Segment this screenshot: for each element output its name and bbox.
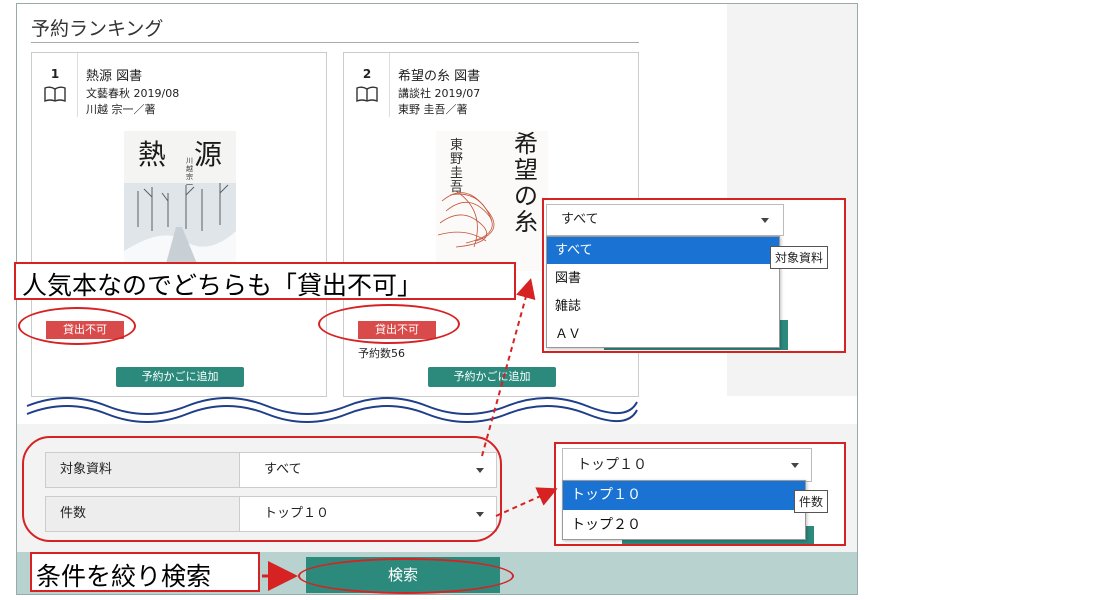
search-highlight-ellipse xyxy=(298,558,514,594)
add-to-cart-button[interactable]: 予約かごに追加 xyxy=(116,367,244,387)
wave-divider xyxy=(26,397,638,423)
cover-author: 川越宗一 xyxy=(186,157,193,189)
count-dropdown-value: トップ１０ xyxy=(577,457,647,473)
callout-search-text: 条件を絞り検索 xyxy=(36,562,212,591)
material-dropdown-select[interactable]: すべて xyxy=(546,204,784,236)
material-tooltip: 対象資料 xyxy=(770,246,829,269)
callout-unavailable-text: 人気本なのでどちらも「貸出不可」 xyxy=(22,271,423,300)
book-cover[interactable]: 希望の糸 東野圭吾 xyxy=(436,131,548,271)
option-magazines[interactable]: 雑誌 xyxy=(547,293,779,320)
callout-search: 条件を絞り検索 xyxy=(30,552,260,592)
add-to-cart-button[interactable]: 予約かごに追加 xyxy=(428,367,556,387)
count-tooltip: 件数 xyxy=(794,490,829,513)
book-icon xyxy=(44,86,66,103)
option-top10[interactable]: トップ１０ xyxy=(563,481,805,510)
material-options-list: すべて 図書 雑誌 ＡＶ xyxy=(546,236,780,348)
book-card: 1 熱源 図書 文藝春秋 2019/08 川越 宗一／著 熱 源 川越宗一 貸出… xyxy=(31,52,327,397)
material-dropdown-value: すべて xyxy=(561,212,599,227)
cover-title: 熱 源 xyxy=(137,138,222,171)
material-dropdown-panel: すべて すべて 図書 雑誌 ＡＶ 対象資料 xyxy=(542,198,846,353)
book-icon xyxy=(356,86,378,103)
option-books[interactable]: 図書 xyxy=(547,265,779,292)
badge-highlight-ellipse xyxy=(318,304,460,344)
count-dropdown-panel: トップ１０ トップ１０ トップ２０ 件数 xyxy=(554,442,846,546)
cover-title: 希望の糸 xyxy=(514,130,538,236)
badge-highlight-ellipse xyxy=(18,307,136,345)
book-author: 東野 圭吾／著 xyxy=(398,103,468,116)
callout-unavailable: 人気本なのでどちらも「貸出不可」 xyxy=(14,262,516,300)
page-title: 予約ランキング xyxy=(31,18,164,40)
cover-author: 東野圭吾 xyxy=(450,138,464,195)
chevron-down-icon xyxy=(761,218,769,223)
book-title[interactable]: 希望の糸 図書 xyxy=(398,65,480,84)
option-top20[interactable]: トップ２０ xyxy=(563,511,805,540)
book-publisher: 講談社 2019/07 xyxy=(398,87,481,100)
option-av[interactable]: ＡＶ xyxy=(547,321,779,348)
option-all[interactable]: すべて xyxy=(547,237,779,264)
chevron-down-icon xyxy=(791,463,799,468)
rank-number: 1 xyxy=(50,67,60,81)
form-highlight-ellipse xyxy=(22,436,502,542)
count-options-list: トップ１０ トップ２０ xyxy=(562,480,806,540)
card-header: 2 希望の糸 図書 講談社 2019/07 東野 圭吾／著 xyxy=(344,53,640,117)
count-dropdown-select[interactable]: トップ１０ xyxy=(562,448,812,482)
title-divider xyxy=(31,42,639,43)
card-header: 1 熱源 図書 文藝春秋 2019/08 川越 宗一／著 xyxy=(32,53,328,117)
book-title[interactable]: 熱源 図書 xyxy=(86,65,142,84)
book-author: 川越 宗一／著 xyxy=(86,103,156,116)
book-cover[interactable]: 熱 源 川越宗一 xyxy=(124,131,236,271)
rank-column: 2 xyxy=(344,53,390,117)
reserve-count: 予約数56 xyxy=(358,347,405,360)
book-publisher: 文藝春秋 2019/08 xyxy=(86,87,180,100)
rank-column: 1 xyxy=(32,53,78,117)
rank-number: 2 xyxy=(362,67,372,81)
